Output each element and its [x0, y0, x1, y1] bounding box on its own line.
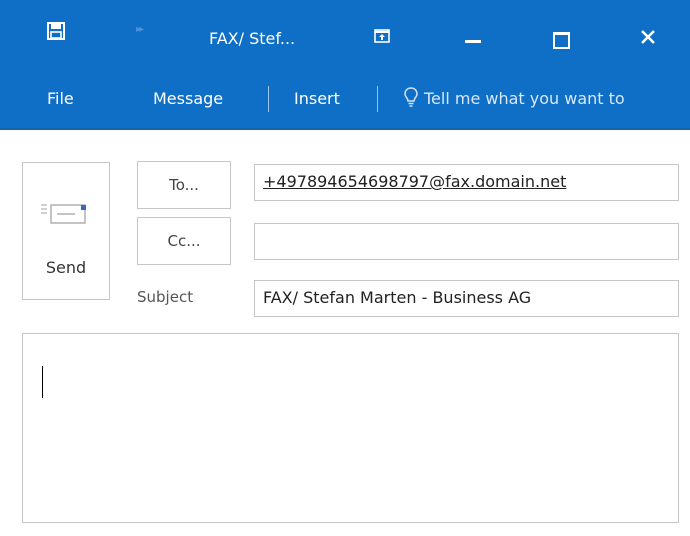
send-label: Send — [45, 258, 87, 277]
tab-file[interactable]: File — [47, 89, 74, 108]
more-commands-icon[interactable]: ▸▸ — [136, 24, 144, 35]
cc-button[interactable]: Cc... — [137, 217, 231, 265]
tab-insert[interactable]: Insert — [294, 89, 340, 108]
ribbon: File Message Insert Tell me what you wan… — [0, 70, 690, 130]
title-bar: ▸▸ FAX/ Stef... — [0, 0, 690, 70]
lightbulb-icon — [404, 87, 418, 107]
subject-label: Subject — [137, 288, 194, 306]
subject-field[interactable]: FAX/ Stefan Marten - Business AG — [254, 280, 679, 317]
save-icon[interactable] — [47, 22, 65, 40]
to-recipient[interactable]: +497894654698797@fax.domain.net — [263, 172, 566, 191]
to-button[interactable]: To... — [137, 161, 231, 209]
send-envelope-icon — [41, 204, 86, 224]
window-title: FAX/ Stef... — [209, 29, 296, 48]
minimize-icon[interactable] — [465, 40, 481, 43]
text-cursor — [42, 366, 43, 398]
message-body[interactable] — [22, 333, 679, 523]
close-icon[interactable] — [640, 29, 656, 45]
ribbon-divider — [268, 86, 269, 112]
send-button[interactable]: Send — [22, 162, 110, 300]
tab-message[interactable]: Message — [153, 89, 223, 108]
to-field[interactable]: +497894654698797@fax.domain.net — [254, 164, 679, 201]
cc-field[interactable] — [254, 223, 679, 260]
maximize-icon[interactable] — [553, 32, 570, 49]
tell-me-search[interactable]: Tell me what you want to — [424, 89, 625, 108]
ribbon-divider — [377, 86, 378, 112]
popout-icon[interactable] — [374, 29, 390, 43]
